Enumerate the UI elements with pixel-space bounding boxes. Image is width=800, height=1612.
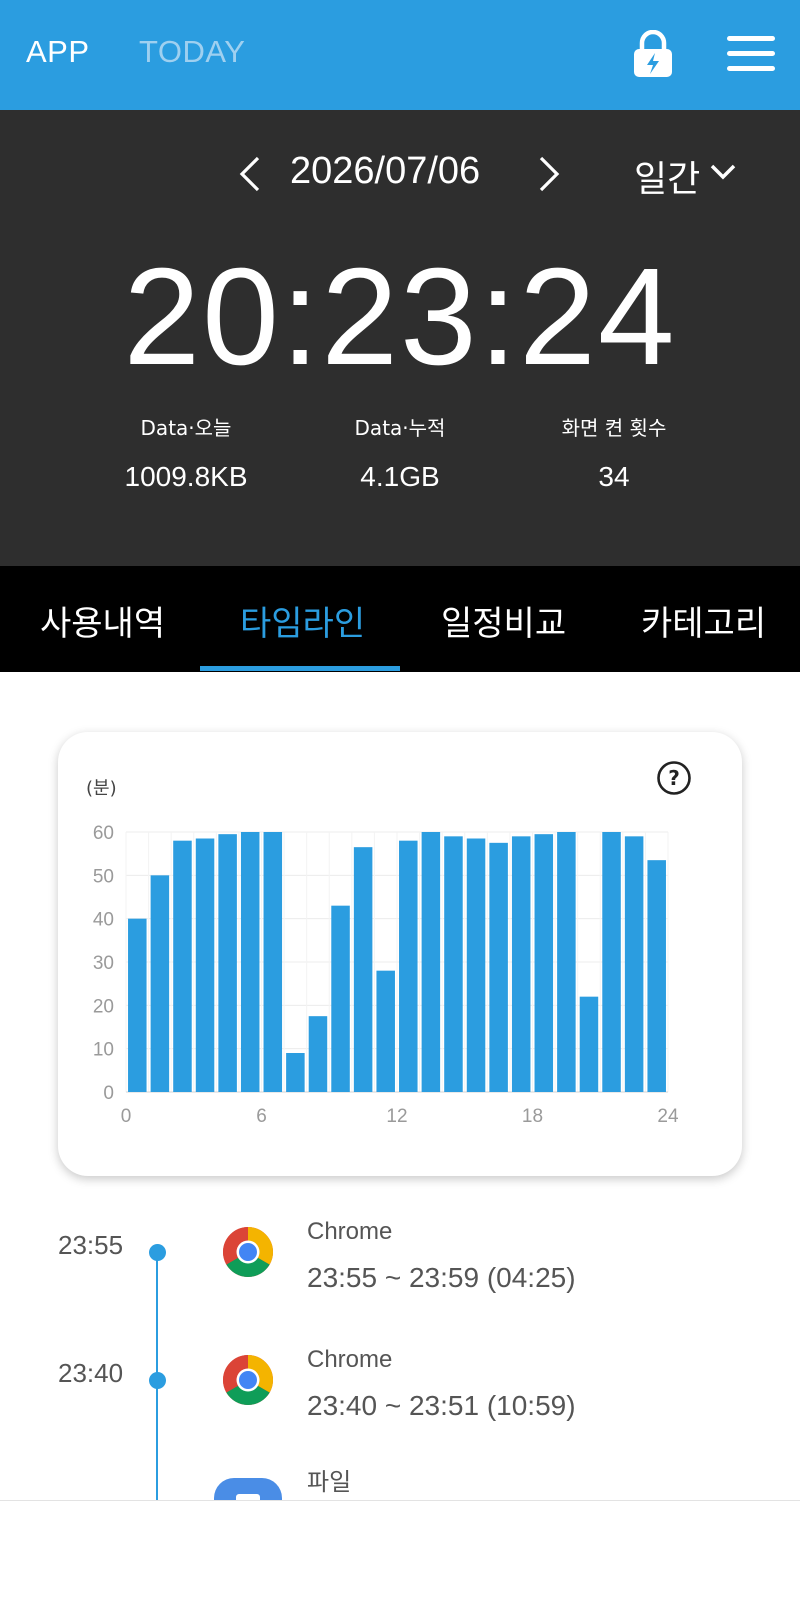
bar-hour-19: [557, 832, 576, 1092]
timeline-item[interactable]: 23:40 Chrome 23:40 ~ 23:51 (10:59): [0, 1328, 800, 1448]
bar-hour-3: [195, 838, 215, 1092]
usage-bar-chart: 0 10 20 30 40 50 60 0 6 12 18 24: [93, 823, 679, 1127]
stat-value: 4.1GB: [360, 461, 440, 492]
bar-hour-8: [308, 1016, 328, 1092]
stat-screen-on-count: 화면 켠 횟수 34: [494, 412, 734, 493]
bar-hour-18: [534, 834, 554, 1092]
bar-hour-12: [399, 840, 418, 1092]
x-tick-label: 18: [522, 1106, 543, 1127]
timeline-list: 23:55 Chrome 23:55 ~ 23:59 (04:25) 23:40…: [0, 1200, 800, 1518]
stat-value: 1009.8KB: [124, 461, 248, 492]
tab-schedule-compare[interactable]: 일정비교: [441, 596, 566, 645]
stat-label: 화면 켠 횟수: [561, 416, 667, 440]
y-tick-label: 40: [93, 910, 114, 931]
bar-hour-17: [511, 836, 531, 1092]
stat-data-today: Data·오늘 1009.8KB: [66, 412, 306, 493]
bar-hour-9: [331, 905, 350, 1092]
menu-icon[interactable]: [727, 36, 775, 74]
timeline-time: 23:40: [58, 1358, 124, 1388]
bar-hour-23: [647, 860, 666, 1092]
y-tick-label: 50: [93, 866, 114, 887]
section-tabs: 사용내역 타임라인 일정비교 카테고리: [0, 566, 800, 672]
timeline-dot: [149, 1244, 166, 1261]
tab-category[interactable]: 카테고리: [641, 596, 766, 645]
bar-hour-4: [218, 834, 237, 1092]
timeline-item[interactable]: 23:55 Chrome 23:55 ~ 23:59 (04:25): [0, 1200, 800, 1320]
bar-hour-21: [602, 832, 621, 1092]
timeline-app-name: 파일: [307, 1469, 352, 1496]
chrome-icon: [223, 1355, 273, 1405]
stat-data-total: Data·누적 4.1GB: [280, 412, 520, 493]
y-tick-label: 30: [93, 953, 114, 974]
next-date-button[interactable]: [537, 154, 561, 194]
timeline-time-range: 23:40 ~ 23:51 (10:59): [307, 1390, 576, 1421]
stat-value: 34: [598, 461, 630, 492]
summary-panel: 2026/07/06 일간 20:23:24 Data·오늘 1009.8KB …: [0, 110, 800, 566]
x-tick-label: 0: [121, 1106, 132, 1127]
stat-label: Data·오늘: [140, 416, 232, 440]
bar-hour-20: [579, 996, 599, 1092]
y-tick-label: 0: [103, 1083, 114, 1104]
tab-app[interactable]: APP: [26, 34, 90, 70]
x-tick-label: 6: [256, 1106, 267, 1127]
timeline-time-range: 23:55 ~ 23:59 (04:25): [307, 1262, 576, 1293]
active-tab-indicator: [200, 666, 400, 671]
timeline-time: 23:55: [58, 1230, 124, 1260]
y-tick-label: 60: [93, 823, 114, 844]
bar-hour-15: [466, 838, 486, 1092]
tab-today[interactable]: TODAY: [139, 34, 245, 70]
y-tick-label: 10: [93, 1040, 114, 1061]
period-select[interactable]: 일간: [634, 150, 700, 202]
stat-label: Data·누적: [354, 416, 446, 440]
total-usage-time: 20:23:24: [123, 240, 677, 394]
timeline-app-name: Chrome: [307, 1218, 393, 1245]
bar-hour-11: [376, 970, 395, 1092]
chevron-down-icon[interactable]: [709, 162, 737, 182]
bottom-panel: [0, 1500, 800, 1612]
bar-hour-5: [240, 832, 260, 1092]
bar-hour-10: [353, 847, 373, 1092]
bar-hour-2: [173, 840, 192, 1092]
timeline-app-name: Chrome: [307, 1346, 393, 1373]
bar-hour-14: [444, 836, 463, 1092]
tab-timeline[interactable]: 타임라인: [240, 596, 365, 645]
lock-icon[interactable]: [632, 30, 674, 78]
current-date: 2026/07/06: [290, 150, 481, 192]
bar-hour-6: [263, 832, 283, 1092]
bar-hour-22: [624, 836, 644, 1092]
top-app-bar: APP TODAY: [0, 0, 800, 110]
bar-hour-16: [489, 842, 508, 1092]
bar-hour-1: [150, 875, 170, 1092]
bar-hour-7: [286, 1053, 305, 1092]
chrome-icon: [223, 1227, 273, 1277]
timeline-dot: [149, 1372, 166, 1389]
x-tick-label: 12: [386, 1106, 407, 1127]
tab-usage-history[interactable]: 사용내역: [40, 596, 165, 645]
hourly-usage-chart-card: (분) ? 0 10 20 30 40 50 60 0 6 12 18 24: [58, 732, 742, 1176]
y-tick-label: 20: [93, 996, 114, 1017]
previous-date-button[interactable]: [238, 154, 262, 194]
bar-hour-0: [128, 918, 147, 1092]
x-tick-label: 24: [657, 1106, 679, 1127]
bar-hour-13: [421, 832, 441, 1092]
